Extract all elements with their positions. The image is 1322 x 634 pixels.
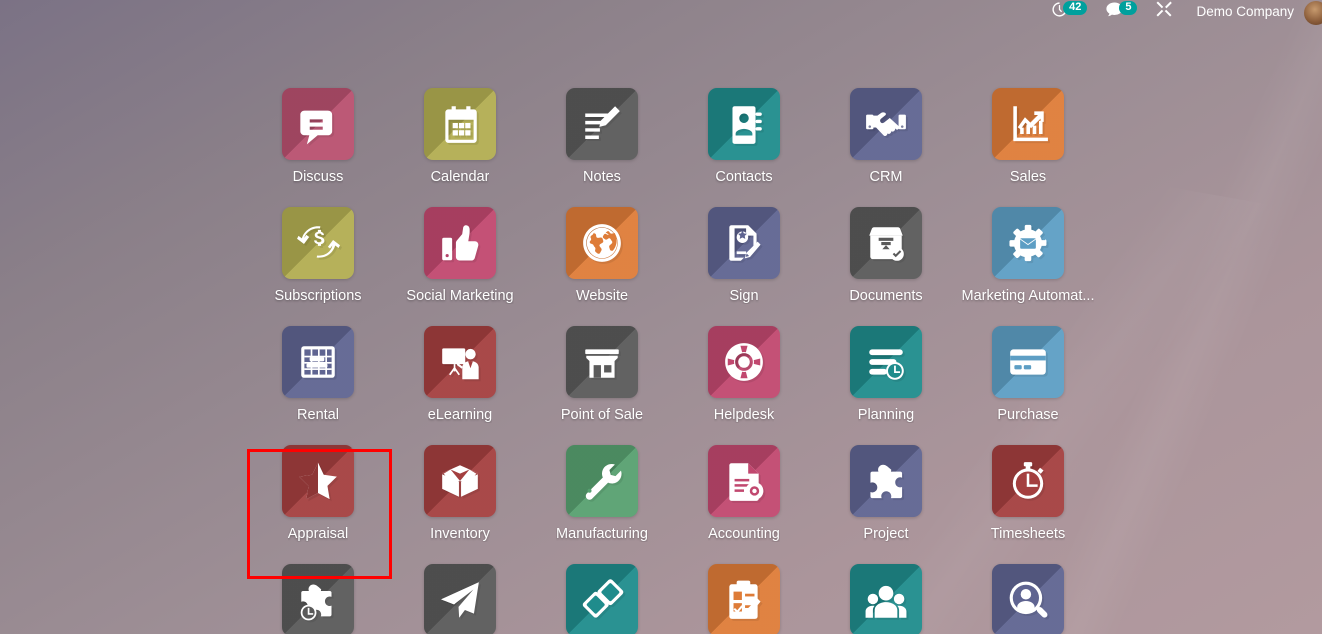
app-label: Accounting — [708, 526, 780, 542]
app-label: CRM — [869, 169, 903, 185]
stopwatch-icon — [992, 445, 1064, 517]
app-tile-project[interactable]: Project — [815, 445, 957, 542]
accounting-icon — [708, 445, 780, 517]
app-label: Calendar — [430, 169, 490, 185]
app-label: Sales — [1009, 169, 1047, 185]
paper-plane-icon — [424, 564, 496, 634]
app-tile-documents[interactable]: Documents — [815, 207, 957, 304]
app-label: Helpdesk — [713, 407, 775, 423]
app-label: Contacts — [715, 169, 773, 185]
app-launcher-grid: Discuss Calendar Notes Contacts CRM Sales Subs… — [247, 88, 1167, 634]
app-tile-partial-25[interactable] — [389, 564, 531, 634]
recruitment-search-icon — [992, 564, 1064, 634]
elearning-icon — [424, 326, 496, 398]
app-label: Point of Sale — [560, 407, 644, 423]
storefront-icon — [566, 326, 638, 398]
contacts-icon — [708, 88, 780, 160]
notes-icon — [566, 88, 638, 160]
thumbs-up-icon — [424, 207, 496, 279]
crm-handshake-icon — [850, 88, 922, 160]
app-tile-partial-29[interactable] — [957, 564, 1099, 634]
open-box-icon — [424, 445, 496, 517]
rental-gantt-icon — [282, 326, 354, 398]
app-tile-sign[interactable]: Sign — [673, 207, 815, 304]
app-tile-discuss[interactable]: Discuss — [247, 88, 389, 185]
employees-group-icon — [850, 564, 922, 634]
app-tile-crm[interactable]: CRM — [815, 88, 957, 185]
life-ring-icon — [708, 326, 780, 398]
message-count-badge: 5 — [1119, 0, 1138, 15]
app-label: Marketing Automat... — [961, 288, 1095, 304]
wrench-icon — [566, 445, 638, 517]
discuss-icon — [282, 88, 354, 160]
app-label: Subscriptions — [274, 288, 362, 304]
app-label: Purchase — [997, 407, 1059, 423]
app-label: eLearning — [427, 407, 493, 423]
app-tile-helpdesk[interactable]: Helpdesk — [673, 326, 815, 423]
app-tile-inventory[interactable]: Inventory — [389, 445, 531, 542]
puzzle-clock-icon — [282, 564, 354, 634]
documents-icon — [850, 207, 922, 279]
debug-menu-button[interactable] — [1146, 0, 1182, 23]
activity-count-badge: 42 — [1063, 0, 1088, 15]
app-tile-sales[interactable]: Sales — [957, 88, 1099, 185]
diamond-tags-icon — [566, 564, 638, 634]
app-tile-partial-24[interactable] — [247, 564, 389, 634]
puzzle-piece-icon — [850, 445, 922, 517]
app-tile-social-marketing[interactable]: Social Marketing — [389, 207, 531, 304]
app-tile-manufacturing[interactable]: Manufacturing — [531, 445, 673, 542]
app-label: Timesheets — [990, 526, 1066, 542]
app-tile-accounting[interactable]: Accounting — [673, 445, 815, 542]
app-tile-planning[interactable]: Planning — [815, 326, 957, 423]
app-tile-calendar[interactable]: Calendar — [389, 88, 531, 185]
app-tile-point-of-sale[interactable]: Point of Sale — [531, 326, 673, 423]
activity-menu-button[interactable]: 42 — [1042, 0, 1096, 23]
calendar-icon — [424, 88, 496, 160]
app-tile-appraisal[interactable]: Appraisal — [247, 445, 389, 542]
survey-clipboard-icon — [708, 564, 780, 634]
app-tile-partial-26[interactable] — [531, 564, 673, 634]
app-label: Social Marketing — [406, 288, 514, 304]
sales-chart-icon — [992, 88, 1064, 160]
app-label: Notes — [583, 169, 621, 185]
app-tile-notes[interactable]: Notes — [531, 88, 673, 185]
app-tile-website[interactable]: Website — [531, 207, 673, 304]
planning-icon — [850, 326, 922, 398]
systray: 42 5 Demo Company — [1042, 0, 1322, 25]
app-label: Manufacturing — [556, 526, 648, 542]
app-tile-marketing-automat[interactable]: Marketing Automat... — [957, 207, 1099, 304]
app-tile-timesheets[interactable]: Timesheets — [957, 445, 1099, 542]
user-avatar-icon[interactable] — [1304, 0, 1322, 25]
company-name[interactable]: Demo Company — [1182, 4, 1304, 19]
app-tile-rental[interactable]: Rental — [247, 326, 389, 423]
app-label: Inventory — [430, 526, 490, 542]
app-label: Appraisal — [287, 526, 349, 542]
app-label: Website — [575, 288, 629, 304]
app-label: Documents — [849, 288, 923, 304]
app-tile-purchase[interactable]: Purchase — [957, 326, 1099, 423]
credit-card-icon — [992, 326, 1064, 398]
sign-document-icon — [708, 207, 780, 279]
app-label: Rental — [297, 407, 339, 423]
star-half-icon — [282, 445, 354, 517]
app-label: Sign — [729, 288, 759, 304]
app-tile-contacts[interactable]: Contacts — [673, 88, 815, 185]
tools-wrench-icon — [1155, 0, 1173, 23]
gear-mail-icon — [992, 207, 1064, 279]
app-tile-elearning[interactable]: eLearning — [389, 326, 531, 423]
subscriptions-icon — [282, 207, 354, 279]
app-label: Planning — [857, 407, 915, 423]
app-tile-partial-27[interactable] — [673, 564, 815, 634]
globe-icon — [566, 207, 638, 279]
app-label: Project — [863, 526, 909, 542]
app-tile-subscriptions[interactable]: Subscriptions — [247, 207, 389, 304]
app-label: Discuss — [292, 169, 344, 185]
app-tile-partial-28[interactable] — [815, 564, 957, 634]
messaging-menu-button[interactable]: 5 — [1096, 0, 1146, 23]
